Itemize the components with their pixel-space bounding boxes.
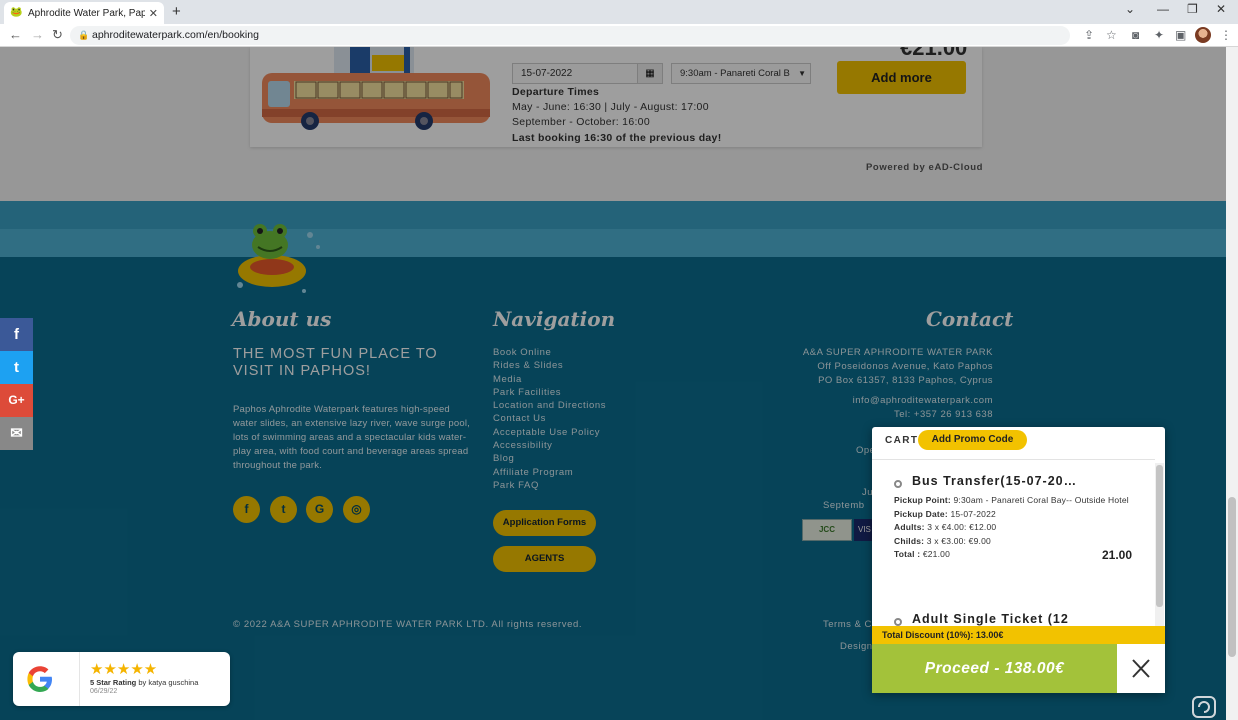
- new-tab-button[interactable]: +: [172, 3, 181, 20]
- tab-title: Aphrodite Water Park, Paphos, C: [28, 7, 145, 19]
- lock-icon: 🔒: [78, 30, 90, 40]
- tab-close-icon[interactable]: ✕: [149, 7, 158, 20]
- close-cart-button[interactable]: [1117, 644, 1165, 693]
- reviewer-name: by katya guschina: [138, 678, 199, 687]
- share-twitter-icon[interactable]: t: [0, 351, 33, 384]
- share-email-icon[interactable]: ✉: [0, 417, 33, 450]
- bookmark-star-icon[interactable]: ☆: [1106, 28, 1117, 42]
- childs-value: 3 x €3.00: €9.00: [926, 536, 991, 546]
- share-facebook-icon[interactable]: f: [0, 318, 33, 351]
- adults-label: Adults:: [894, 522, 925, 532]
- url-input[interactable]: 🔒 aphroditewaterpark.com/en/booking: [70, 26, 1070, 45]
- adults-row: Adults: 3 x €4.00: €12.00: [894, 522, 996, 532]
- camera-icon[interactable]: ◙: [1132, 28, 1139, 42]
- sidepanel-icon[interactable]: ▣: [1175, 28, 1186, 42]
- rating-date: 06/29/22: [90, 688, 118, 695]
- forward-icon[interactable]: →: [31, 27, 44, 42]
- browser-tab[interactable]: 🐸 Aphrodite Water Park, Paphos, C ✕: [4, 2, 164, 24]
- tab-search-icon[interactable]: ⌄: [1125, 2, 1135, 16]
- close-icon: [1132, 659, 1150, 678]
- total-discount: Total Discount (10%): 13.00€: [872, 626, 1165, 644]
- pickup-date-value: 15-07-2022: [950, 509, 996, 519]
- remove-item-icon[interactable]: [894, 618, 902, 626]
- site-favicon-icon: 🐸: [10, 7, 23, 18]
- google-g-icon: [27, 666, 52, 692]
- pickup-date-label: Pickup Date:: [894, 509, 948, 519]
- proceed-button[interactable]: Proceed - 138.00€: [872, 644, 1117, 693]
- rating-line: 5 Star Rating by katya guschina: [90, 678, 198, 687]
- childs-label: Childs:: [894, 536, 925, 546]
- profile-avatar[interactable]: [1195, 27, 1211, 43]
- back-icon[interactable]: ←: [9, 27, 22, 42]
- restore-icon[interactable]: ❐: [1187, 2, 1198, 16]
- rating-label: 5 Star Rating: [90, 678, 137, 687]
- adults-value: 3 x €4.00: €12.00: [927, 522, 997, 532]
- cart-item-title: Adult Single Ticket (12: [912, 612, 1069, 626]
- badge-divider: [79, 652, 80, 706]
- menu-kebab-icon[interactable]: ⋮: [1220, 28, 1232, 42]
- rating-stars: ★★★★★: [90, 661, 158, 678]
- pickup-point-value: 9:30am - Panareti Coral Bay-- Outside Ho…: [953, 495, 1129, 505]
- browser-tab-bar: 🐸 Aphrodite Water Park, Paphos, C ✕ + ⌄ …: [0, 0, 1238, 24]
- scrollbar-thumb[interactable]: [1228, 497, 1236, 657]
- share-icon[interactable]: ⇪: [1084, 28, 1094, 42]
- cart-title: CART: [885, 435, 919, 446]
- window-close-icon[interactable]: ✕: [1216, 2, 1226, 16]
- cart-item-amount: 21.00: [1102, 548, 1133, 562]
- cart-scrollbar[interactable]: [1155, 463, 1164, 626]
- google-rating-badge[interactable]: ★★★★★ 5 Star Rating by katya guschina 06…: [13, 652, 230, 706]
- pickup-date-row: Pickup Date: 15-07-2022: [894, 509, 996, 519]
- reload-icon[interactable]: ↻: [52, 27, 63, 43]
- url-text: aphroditewaterpark.com/en/booking: [92, 29, 259, 41]
- ead-cloud-corner-icon[interactable]: [1192, 696, 1216, 718]
- extensions-icon[interactable]: ✦: [1154, 28, 1164, 42]
- cart-header: CART Add Promo Code: [872, 427, 1165, 455]
- item-total-label: Total :: [894, 549, 921, 559]
- page-scrollbar[interactable]: [1226, 47, 1238, 720]
- cart-scrollbar-thumb[interactable]: [1156, 465, 1163, 607]
- cart-item-title: Bus Transfer(15-07-20…: [912, 474, 1078, 488]
- cart-panel: CART Add Promo Code Bus Transfer(15-07-2…: [872, 427, 1165, 693]
- item-total-value: €21.00: [922, 549, 951, 559]
- childs-row: Childs: 3 x €3.00: €9.00: [894, 536, 991, 546]
- remove-item-icon[interactable]: [894, 480, 902, 488]
- address-bar: ← → ↻ 🔒 aphroditewaterpark.com/en/bookin…: [0, 24, 1238, 47]
- add-promo-code-button[interactable]: Add Promo Code: [918, 430, 1027, 450]
- pickup-point-row: Pickup Point: 9:30am - Panareti Coral Ba…: [894, 495, 1129, 505]
- minimize-icon[interactable]: —: [1157, 2, 1169, 16]
- share-google-plus-icon[interactable]: G+: [0, 384, 33, 417]
- item-total-row: Total : €21.00: [894, 549, 950, 559]
- cart-items-list[interactable]: Bus Transfer(15-07-20… Pickup Point: 9:3…: [872, 459, 1155, 626]
- pickup-point-label: Pickup Point:: [894, 495, 951, 505]
